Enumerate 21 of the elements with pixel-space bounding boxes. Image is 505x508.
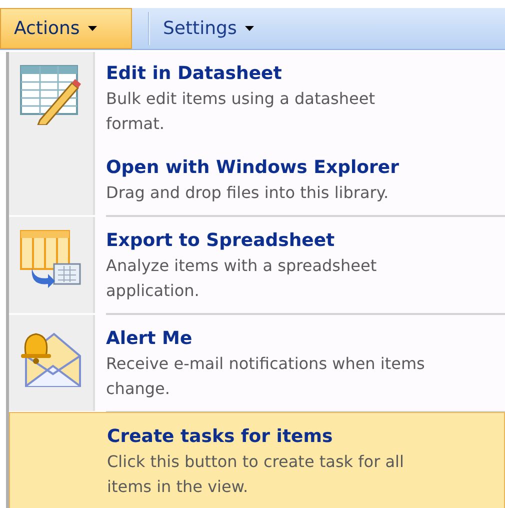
menu-item-title: Open with Windows Explorer bbox=[106, 156, 400, 180]
menu-item-description: Bulk edit items using a datasheet format. bbox=[106, 88, 376, 135]
datasheet-pencil-icon bbox=[20, 65, 82, 125]
caret-icon bbox=[88, 26, 97, 31]
menu-item[interactable]: Create tasks for items Click this button to create task for all items in the view. bbox=[9, 412, 505, 508]
caret-icon bbox=[244, 26, 254, 31]
menu-item-description: Receive e-mail notifications when items change. bbox=[106, 353, 426, 400]
spreadsheet-export-icon bbox=[20, 230, 82, 290]
menu-item-title: Create tasks for items bbox=[107, 425, 334, 449]
toolbar-menu-button[interactable]: Settings bbox=[150, 8, 267, 49]
menu-item-description: Analyze items with a spreadsheet application. bbox=[106, 255, 378, 302]
menu-item[interactable]: Export to Spreadsheet Analyze items with a spreadsheet application. bbox=[9, 217, 505, 313]
menu-item-title: Export to Spreadsheet bbox=[106, 229, 336, 253]
menu-item-description: Drag and drop files into this library. bbox=[106, 182, 390, 204]
menu-item-description: Click this button to create task for all items in the view. bbox=[107, 451, 405, 498]
menu-item[interactable]: Edit in Datasheet Bulk edit items using a datasheet format. bbox=[9, 52, 505, 144]
menu-item[interactable]: Open with Windows Explorer Drag and drop files into this library. bbox=[9, 144, 505, 215]
menu-item-title: Alert Me bbox=[106, 327, 194, 351]
menu-item[interactable]: Alert Me Receive e-mail notifications when items change. bbox=[9, 315, 505, 411]
toolbar-menu-button[interactable]: Actions bbox=[0, 8, 132, 49]
menu-item-title: Edit in Datasheet bbox=[106, 62, 283, 86]
